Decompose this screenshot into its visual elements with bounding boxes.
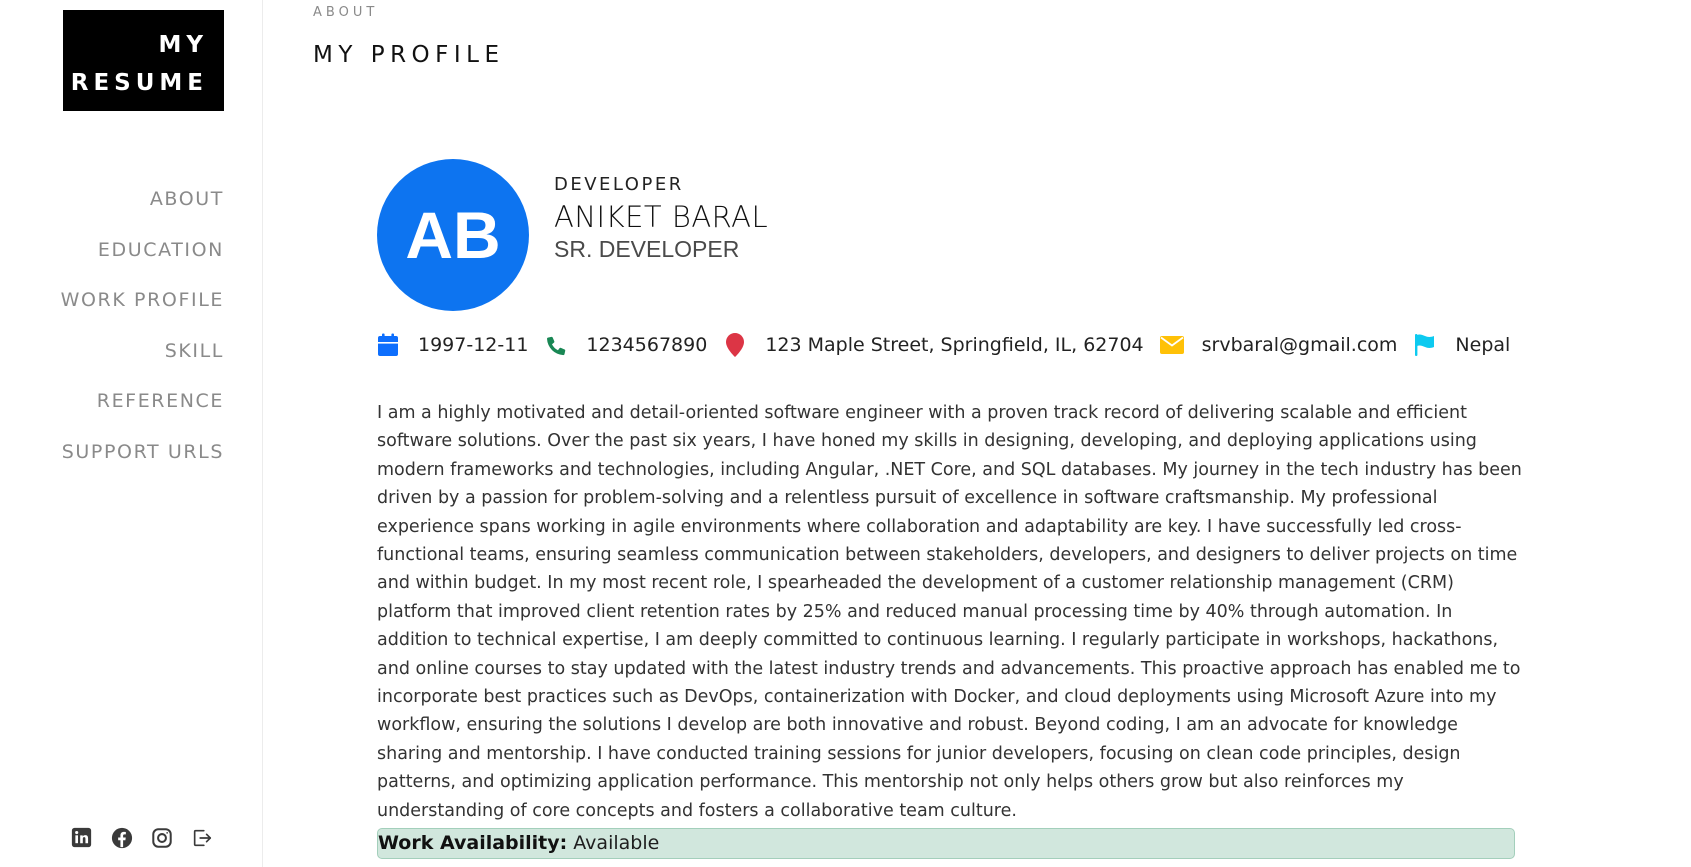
- brand-line-1: MY: [158, 32, 208, 58]
- brand-line-2: RESUME: [70, 70, 208, 96]
- nav-item-support-urls[interactable]: SUPPORT URLS: [61, 434, 224, 485]
- address-text: 123 Maple Street, Springfield, IL, 62704: [765, 334, 1144, 356]
- country-item: Nepal: [1413, 333, 1510, 357]
- contact-info: 1997-12-11 1234567890 123 Maple Street, …: [376, 333, 1526, 357]
- instagram-icon[interactable]: [150, 826, 173, 849]
- sidebar-nav: ABOUT EDUCATION WORK PROFILE SKILL REFER…: [61, 181, 224, 484]
- availability-banner: Work Availability: Available: [377, 828, 1515, 859]
- country-text: Nepal: [1455, 334, 1511, 356]
- email-item: srvbaral@gmail.com: [1159, 333, 1398, 357]
- address-item: 123 Maple Street, Springfield, IL, 62704: [723, 333, 1144, 357]
- nav-item-about[interactable]: ABOUT: [61, 181, 224, 232]
- email-text: srvbaral@gmail.com: [1201, 334, 1398, 356]
- phone-item: 1234567890: [544, 333, 707, 357]
- phone-icon: [544, 333, 568, 357]
- social-links: [70, 826, 213, 849]
- role-kicker: DEVELOPER: [554, 174, 684, 195]
- sidebar: MY RESUME ABOUT EDUCATION WORK PROFILE S…: [0, 0, 263, 867]
- calendar-icon: [376, 333, 400, 357]
- availability-value: Available: [573, 832, 660, 854]
- profile-name: ANIKET BARAL: [554, 200, 769, 234]
- facebook-icon[interactable]: [110, 826, 133, 849]
- nav-item-work-profile[interactable]: WORK PROFILE: [61, 282, 224, 333]
- nav-item-reference[interactable]: REFERENCE: [61, 383, 224, 434]
- flag-icon: [1413, 333, 1437, 357]
- page-title: MY PROFILE: [313, 42, 505, 68]
- phone-text: 1234567890: [586, 334, 708, 356]
- avatar: AB: [377, 159, 529, 311]
- location-pin-icon: [723, 333, 747, 357]
- nav-item-skill[interactable]: SKILL: [61, 333, 224, 384]
- dob-text: 1997-12-11: [418, 334, 529, 356]
- nav-item-education[interactable]: EDUCATION: [61, 232, 224, 283]
- linkedin-icon[interactable]: [70, 826, 93, 849]
- section-kicker: ABOUT: [313, 5, 379, 20]
- bio-paragraph: I am a highly motivated and detail-orien…: [377, 403, 1522, 821]
- profile-subtitle: SR. DEVELOPER: [554, 236, 740, 262]
- envelope-icon: [1159, 333, 1184, 357]
- logout-icon[interactable]: [190, 826, 213, 849]
- availability-label: Work Availability:: [378, 832, 568, 854]
- brand-logo[interactable]: MY RESUME: [63, 10, 224, 111]
- dob-item: 1997-12-11: [376, 333, 528, 357]
